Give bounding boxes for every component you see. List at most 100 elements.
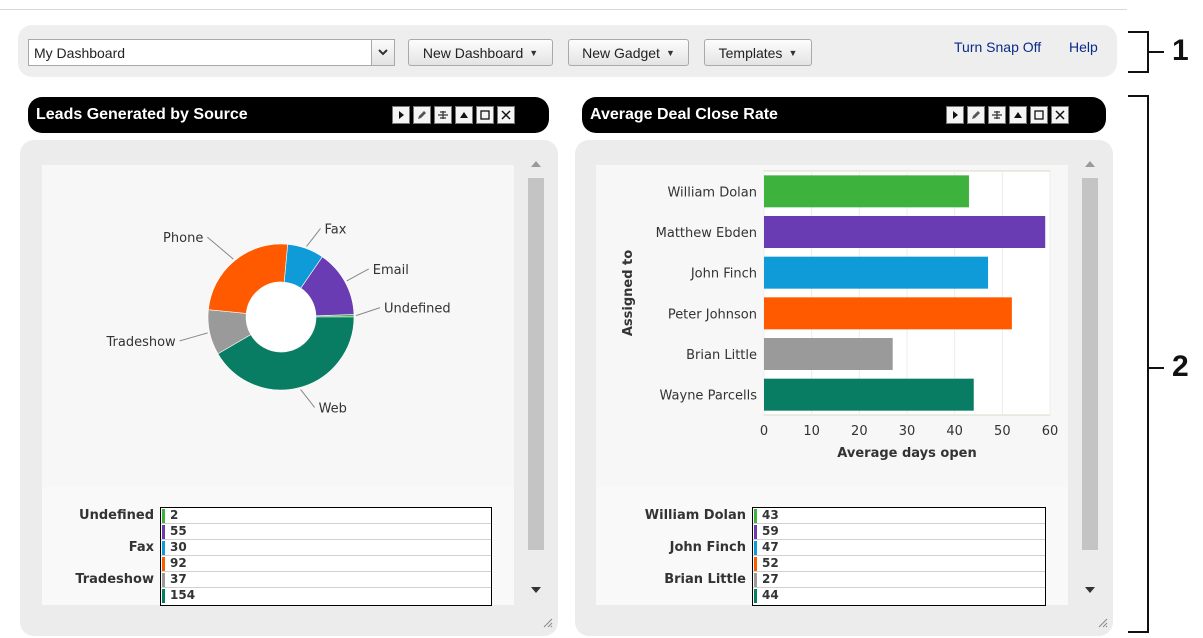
series-marker <box>754 509 757 523</box>
chevron-down-icon[interactable] <box>371 40 394 65</box>
new-dashboard-button[interactable]: New Dashboard ▼ <box>408 39 553 66</box>
templates-button[interactable]: Templates ▼ <box>704 39 812 66</box>
resize-grip-icon[interactable] <box>1096 616 1108 628</box>
slice-label: Undefined <box>384 302 451 317</box>
caret-down-icon: ▼ <box>665 47 675 58</box>
maximize-icon[interactable] <box>476 106 494 124</box>
table-cell: 2 <box>170 508 179 522</box>
table-cell: 27 <box>762 572 779 586</box>
turn-snap-off-link[interactable]: Turn Snap Off <box>954 39 1041 55</box>
new-gadget-button[interactable]: New Gadget ▼ <box>568 39 689 66</box>
deal-scrollbar[interactable] <box>1080 158 1100 608</box>
slice-leader-line <box>306 228 321 247</box>
resize-grip-icon[interactable] <box>541 616 553 628</box>
series-marker <box>162 557 165 571</box>
series-marker <box>754 525 757 539</box>
table-cell: 52 <box>762 556 779 570</box>
table-row-label: Undefined <box>79 508 154 523</box>
new-dashboard-label: New Dashboard <box>422 44 524 61</box>
bar[interactable] <box>764 338 893 370</box>
donut-hole <box>246 282 316 352</box>
dashboard-toolbar: My Dashboard New Dashboard ▼ New Gadget ▼ … <box>18 25 1117 77</box>
table-row: 52 <box>753 556 1045 572</box>
slice-label: Phone <box>163 231 203 246</box>
edit-icon[interactable] <box>413 106 431 124</box>
pin-icon[interactable] <box>434 106 452 124</box>
table-cell: 43 <box>762 508 779 522</box>
slice-leader-line <box>355 307 381 317</box>
y-tick-label: Matthew Ebden <box>656 226 757 241</box>
y-tick-label: Peter Johnson <box>668 307 757 322</box>
close-icon[interactable] <box>1051 106 1069 124</box>
deal-gadget-title: Average Deal Close Rate <box>590 106 778 123</box>
scroll-up-icon[interactable] <box>530 160 542 168</box>
bar[interactable] <box>764 297 1012 330</box>
slice-leader-line <box>207 236 234 260</box>
series-marker <box>162 573 165 587</box>
table-row: 2 <box>161 508 491 524</box>
help-link[interactable]: Help <box>1069 39 1098 55</box>
deal-bar-chart: 0 10 20 30 40 50 60 William Dolan Matthew Ebden J… <box>621 170 1058 461</box>
maximize-icon[interactable] <box>1030 106 1048 124</box>
table-row: 59 <box>753 524 1045 540</box>
x-tick-label: 30 <box>899 424 916 439</box>
x-tick-label: 20 <box>851 424 868 439</box>
series-marker <box>162 541 165 555</box>
table-row-label: John Finch <box>669 540 746 555</box>
collapse-icon[interactable] <box>1009 106 1027 124</box>
deal-data-table: 43 59 47 52 27 44 <box>752 507 1046 606</box>
scroll-down-icon[interactable] <box>530 586 542 594</box>
table-row: 55 <box>161 524 491 540</box>
callout-1-label: 1 <box>1172 34 1189 67</box>
table-cell: 154 <box>170 588 196 602</box>
y-axis-title: Assigned to <box>621 250 636 336</box>
y-tick-label: John Finch <box>690 267 757 282</box>
slice-leader-line <box>179 332 208 342</box>
leads-gadget-title: Leads Generated by Source <box>36 106 248 123</box>
scroll-thumb[interactable] <box>528 178 544 550</box>
table-row: 47 <box>753 540 1045 556</box>
table-row: 44 <box>753 588 1045 604</box>
collapse-icon[interactable] <box>455 106 473 124</box>
slice-leader-line <box>346 268 369 282</box>
table-row-label: Brian Little <box>664 572 746 587</box>
bar[interactable] <box>764 216 1046 248</box>
table-row: 154 <box>161 588 491 604</box>
table-row: 92 <box>161 556 491 572</box>
play-icon[interactable] <box>392 106 410 124</box>
table-cell: 55 <box>170 524 187 538</box>
table-cell: 59 <box>762 524 779 538</box>
x-tick-label: 10 <box>803 424 820 439</box>
x-tick-label: 50 <box>994 424 1011 439</box>
new-gadget-label: New Gadget <box>582 44 660 61</box>
slice-label: Tradeshow <box>105 335 176 350</box>
bar[interactable] <box>764 175 969 208</box>
scroll-thumb[interactable] <box>1082 178 1098 550</box>
table-row: 27 <box>753 572 1045 588</box>
table-cell: 30 <box>170 540 187 554</box>
top-divider <box>0 9 1127 10</box>
deal-gadget-titlebar[interactable]: Average Deal Close Rate <box>582 97 1106 133</box>
callout-2-label: 2 <box>1172 350 1189 383</box>
scroll-up-icon[interactable] <box>1084 160 1096 168</box>
play-icon[interactable] <box>946 106 964 124</box>
pin-icon[interactable] <box>988 106 1006 124</box>
table-row-label: William Dolan <box>644 508 746 523</box>
scroll-down-icon[interactable] <box>1084 586 1096 594</box>
table-row: 30 <box>161 540 491 556</box>
leads-scrollbar[interactable] <box>526 158 546 608</box>
bar[interactable] <box>764 378 974 411</box>
leads-gadget-titlebar[interactable]: Leads Generated by Source <box>28 97 549 133</box>
series-marker <box>754 573 757 587</box>
dashboard-select[interactable]: My Dashboard <box>28 39 395 66</box>
y-tick-label: Brian Little <box>686 348 757 363</box>
close-icon[interactable] <box>497 106 515 124</box>
table-cell: 92 <box>170 556 187 570</box>
table-row: 37 <box>161 572 491 588</box>
slice-label: Web <box>319 401 347 416</box>
leads-donut-chart: Undefined Web Tradeshow Phone Fax Email <box>105 222 451 416</box>
series-marker <box>162 525 165 539</box>
bar[interactable] <box>764 256 989 289</box>
slice-label: Email <box>373 263 409 278</box>
edit-icon[interactable] <box>967 106 985 124</box>
